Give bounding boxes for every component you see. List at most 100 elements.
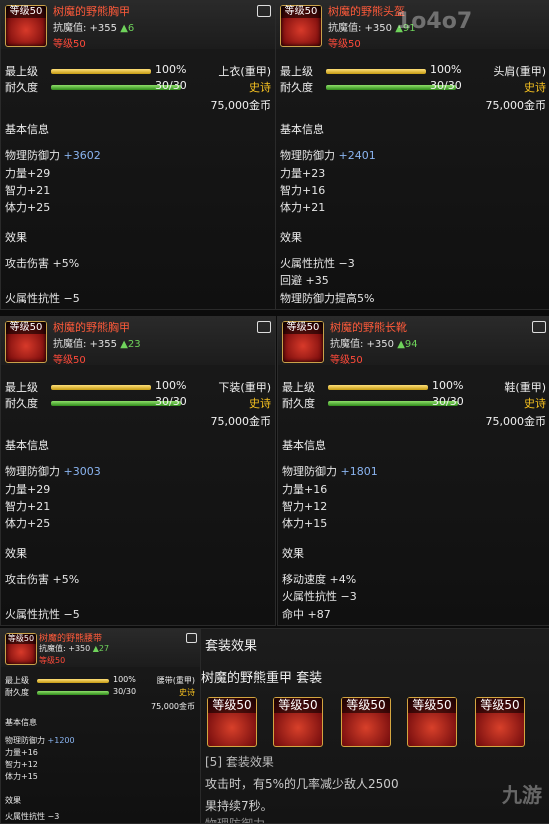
price: 75,000金币	[210, 415, 272, 428]
icon-level-badge: 等级50	[274, 698, 322, 713]
set-piece-icon[interactable]: 等级50	[475, 697, 525, 747]
item-tooltip-chest-top: 等级50 树魔的野熊胸甲 抗魔值: +355 ▲6 等级50 最上级 100% …	[0, 0, 276, 310]
price: 75,000金币	[210, 99, 272, 112]
attr-line: 智力+12	[5, 760, 38, 769]
effect-line: 火属性抗性 −3	[282, 590, 357, 603]
set-effect-line: 攻击时，有5%的几率减少敌人2500	[205, 777, 399, 791]
boots-icon[interactable]: 等级50	[282, 321, 324, 363]
share-icon[interactable]	[257, 321, 271, 333]
icon-level-badge: 等级50	[476, 698, 524, 713]
durability-bar	[37, 691, 109, 695]
resist-label: 抗魔值: +350	[328, 23, 393, 34]
grade-bar	[37, 679, 109, 683]
attr-line: 物理防御力 +1200	[5, 736, 75, 745]
durability-value: 30/30	[155, 79, 187, 92]
grade-bar	[328, 385, 428, 390]
icon-level-badge: 等级50	[342, 698, 390, 713]
grade-percent: 100%	[113, 675, 136, 684]
rarity-label: 史诗	[524, 397, 546, 410]
share-icon[interactable]	[532, 321, 546, 333]
resist-value: 抗魔值: +355 ▲23	[53, 335, 141, 350]
grade-bar	[326, 69, 426, 74]
set-effect-panel: 套装效果 树魔的野熊重甲 套装 等级50 等级50 等级50 等级50 等级50…	[200, 628, 549, 824]
leg-armor-icon[interactable]: 等级50	[5, 321, 47, 363]
attr-line: 物理防御力 +2401	[280, 149, 376, 162]
required-level: 等级50	[39, 656, 66, 665]
watermark-logo: 九游	[502, 783, 542, 807]
basic-info-title: 基本信息	[280, 123, 324, 136]
effect-line: 移动速度 +4%	[282, 573, 357, 586]
set-name: 树魔的野熊重甲 套装	[201, 671, 323, 686]
item-name: 树魔的野熊长靴	[330, 321, 407, 334]
required-level: 等级50	[53, 355, 86, 366]
grade-percent: 100%	[155, 63, 187, 76]
item-name: 树魔的野熊胸甲	[53, 321, 130, 334]
effect-title: 效果	[280, 231, 302, 244]
item-tooltip-legs: 等级50 树魔的野熊胸甲 抗魔值: +355 ▲23 等级50 最上级 100%…	[0, 316, 276, 626]
durability-label: 耐久度	[282, 397, 315, 410]
set-effect-title: [5] 套装效果	[205, 755, 274, 769]
icon-level-badge: 等级50	[408, 698, 456, 713]
required-level: 等级50	[330, 355, 363, 366]
required-level: 等级50	[53, 39, 86, 50]
max-grade-label: 最上级	[5, 381, 38, 394]
basic-info-title: 基本信息	[5, 718, 37, 727]
set-piece-icon[interactable]: 等级50	[407, 697, 457, 747]
attr-line: 体力+25	[5, 517, 51, 530]
attr-line: 智力+12	[282, 500, 328, 513]
effect-title: 效果	[5, 796, 21, 805]
helmet-icon[interactable]: 等级50	[280, 5, 322, 47]
resist-increase: ▲23	[120, 339, 141, 350]
rarity-label: 史诗	[249, 397, 271, 410]
belt-icon[interactable]: 等级50	[5, 633, 37, 665]
effect-line: 火属性抗性 −5	[5, 292, 80, 305]
attr-line: 力量+16	[282, 483, 328, 496]
grade-percent: 100%	[432, 379, 464, 392]
price: 75,000金币	[485, 99, 547, 112]
attr-line: 力量+16	[5, 748, 38, 757]
effect-line: 攻击伤害 +5%	[5, 573, 80, 586]
set-effect-line: 物理防御力...	[205, 817, 277, 824]
attr-line: 体力+15	[5, 772, 38, 781]
item-tooltip-boots: 等级50 树魔的野熊长靴 抗魔值: +350 ▲94 等级50 最上级 100%…	[277, 316, 549, 626]
set-piece-icon[interactable]: 等级50	[207, 697, 257, 747]
icon-level-badge: 等级50	[6, 634, 36, 644]
slot-type: 头肩(重甲)	[493, 65, 546, 78]
attr-line: 体力+15	[282, 517, 328, 530]
attr-line: 智力+21	[5, 184, 51, 197]
set-piece-icon[interactable]: 等级50	[273, 697, 323, 747]
resist-value: 抗魔值: +350 ▲94	[330, 335, 418, 350]
resist-label: 抗魔值: +355	[53, 23, 118, 34]
icon-level-badge: 等级50	[208, 698, 256, 713]
slot-type: 下装(重甲)	[218, 381, 271, 394]
effect-line: 火属性抗性 −5	[5, 608, 80, 621]
resist-label: 抗魔值: +350	[39, 644, 91, 653]
resist-value: 抗魔值: +350 ▲27	[39, 643, 109, 654]
grade-percent: 100%	[430, 63, 462, 76]
required-level: 等级50	[328, 39, 361, 50]
durability-value: 30/30	[113, 687, 137, 696]
set-effect-header: 套装效果	[205, 639, 258, 654]
price: 75,000金币	[151, 702, 195, 711]
watermark: 1o4o7	[396, 9, 473, 34]
attr-line: 智力+21	[5, 500, 51, 513]
rarity-label: 史诗	[249, 81, 271, 94]
share-icon[interactable]	[186, 633, 197, 643]
effect-line: 物理防御力提高5%	[280, 292, 375, 305]
durability-value: 30/30	[432, 395, 464, 408]
price: 75,000金币	[485, 415, 547, 428]
attr-line: 体力+21	[280, 201, 326, 214]
set-piece-icon[interactable]: 等级50	[341, 697, 391, 747]
grade-bar	[51, 69, 151, 74]
resist-increase: ▲6	[120, 23, 135, 34]
durability-value: 30/30	[155, 395, 187, 408]
durability-label: 耐久度	[5, 688, 29, 697]
attr-line: 物理防御力 +1801	[282, 465, 378, 478]
max-grade-label: 最上级	[5, 65, 38, 78]
chest-armor-icon[interactable]: 等级50	[5, 5, 47, 47]
effect-line: 火属性抗性 −3	[280, 257, 355, 270]
basic-info-title: 基本信息	[5, 123, 49, 136]
share-icon[interactable]	[257, 5, 271, 17]
attr-line: 智力+16	[280, 184, 326, 197]
set-effect-line: 果持续7秒。	[205, 799, 273, 813]
